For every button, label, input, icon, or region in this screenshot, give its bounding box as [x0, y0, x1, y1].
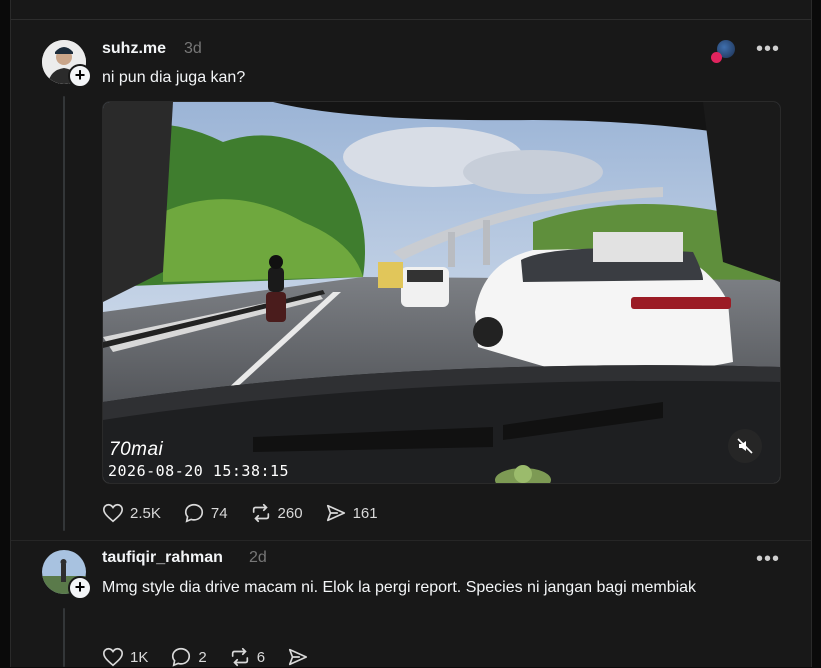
post-actions: 1K 2 6 [102, 646, 337, 668]
reply-button[interactable]: 74 [183, 502, 228, 524]
share-button[interactable] [287, 646, 315, 668]
reply-button[interactable]: 2 [170, 646, 207, 668]
comment-icon [172, 647, 191, 667]
repost-button[interactable]: 260 [250, 502, 303, 524]
post-time[interactable]: 3d [184, 40, 202, 58]
repost-icon [252, 503, 269, 523]
video-player[interactable]: 70mai 2026-08-20 15:38:15 [102, 101, 781, 484]
like-count: 2.5K [130, 504, 161, 522]
follow-plus-icon[interactable]: + [68, 64, 92, 88]
like-button[interactable]: 1K [102, 646, 148, 668]
divider [11, 19, 811, 20]
like-count: 1K [130, 648, 149, 666]
post-actions: 2.5K 74 260 161 [102, 502, 400, 524]
heart-icon [103, 647, 123, 667]
post-time[interactable]: 2d [249, 549, 267, 567]
reply-count: 74 [210, 504, 228, 522]
more-options-icon[interactable]: ••• [756, 39, 780, 59]
video-timestamp: 2026-08-20 15:38:15 [108, 462, 290, 480]
post-text: Mmg style dia drive macam ni. Elok la pe… [102, 579, 697, 596]
send-icon [326, 504, 345, 522]
divider [11, 540, 811, 541]
reply-count: 2 [198, 648, 207, 666]
thread-connector [63, 608, 65, 667]
like-button[interactable]: 2.5K [102, 502, 161, 524]
thread-panel: + suhz.me 3d ••• ni pun dia juga kan? 70… [10, 0, 812, 667]
muted-speaker-icon [737, 438, 753, 454]
more-options-icon[interactable]: ••• [756, 549, 780, 569]
mute-button[interactable] [728, 429, 762, 463]
repost-button[interactable]: 6 [229, 646, 265, 668]
dashcam-video-frame [103, 102, 780, 483]
heart-icon [103, 503, 123, 523]
comment-icon [184, 503, 203, 523]
repost-count: 6 [256, 648, 266, 666]
video-brand-watermark: 70mai [109, 439, 164, 460]
reaction-cluster[interactable] [711, 40, 741, 66]
share-button[interactable]: 161 [325, 502, 378, 524]
repost-icon [231, 647, 248, 667]
thread-connector [63, 96, 65, 531]
username[interactable]: taufiqir_rahman [102, 549, 223, 567]
post-text: ni pun dia juga kan? [102, 69, 246, 86]
heart-badge-icon [711, 52, 722, 63]
share-count: 161 [352, 504, 378, 522]
repost-count: 260 [277, 504, 303, 522]
send-icon [288, 648, 308, 666]
username[interactable]: suhz.me [102, 40, 166, 58]
follow-plus-icon[interactable]: + [68, 576, 92, 600]
